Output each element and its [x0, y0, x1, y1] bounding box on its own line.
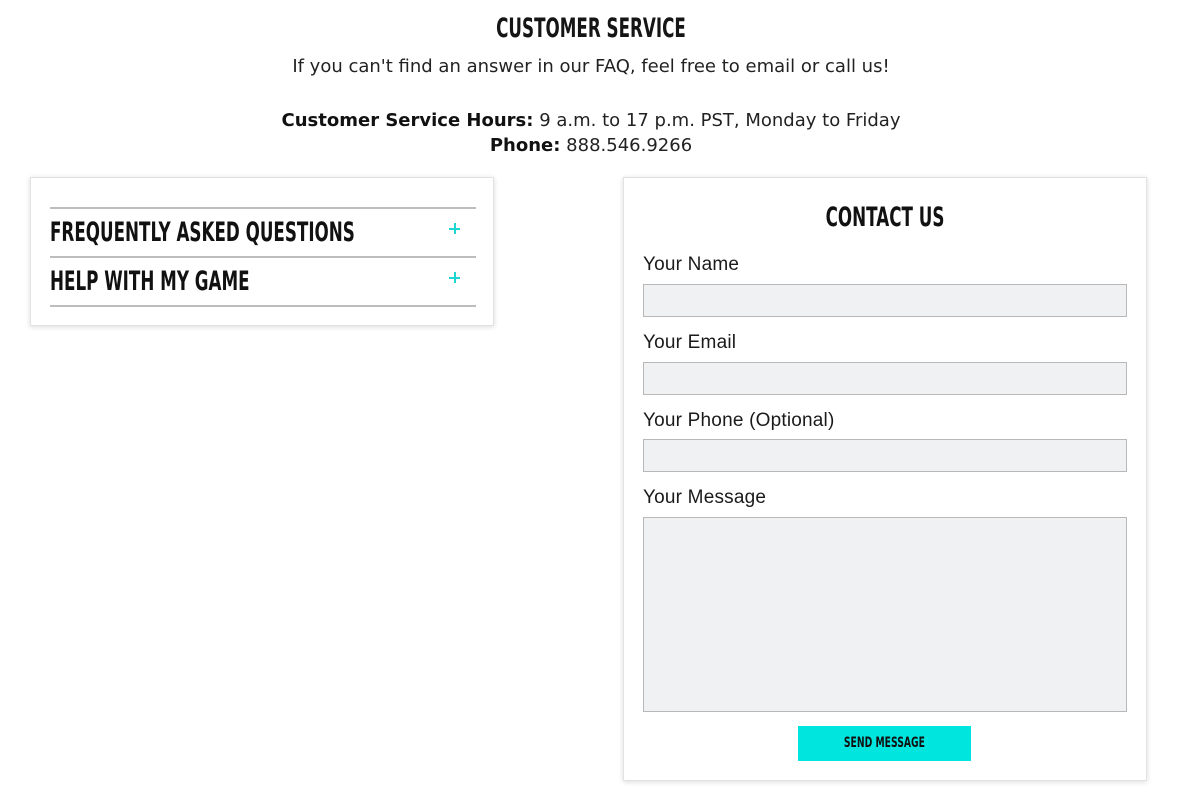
accordion-item-label: FREQUENTLY ASKED QUESTIONS	[50, 217, 355, 248]
service-hours: Customer Service Hours: 9 a.m. to 17 p.m…	[0, 109, 1182, 133]
send-message-label: SEND MESSAGE	[843, 735, 926, 751]
phone-field[interactable]	[643, 439, 1127, 472]
name-label: Your Name	[643, 254, 740, 275]
phone-field-label: Your Phone (Optional)	[643, 410, 835, 431]
email-label: Your Email	[643, 332, 737, 353]
name-field[interactable]	[643, 284, 1127, 317]
intro-text: If you can't find an answer in our FAQ, …	[292, 56, 890, 77]
phone-label: Phone:	[489, 135, 561, 156]
accordion-item-label: HELP WITH MY GAME	[50, 266, 250, 297]
phone-value: 888.546.9266	[560, 135, 693, 156]
phone-info: Phone: 888.546.9266	[0, 134, 1182, 158]
faq-accordion: FREQUENTLY ASKED QUESTIONS HELP WITH MY …	[50, 207, 476, 307]
plus-icon[interactable]	[448, 222, 462, 236]
plus-icon[interactable]	[448, 271, 462, 285]
send-message-button[interactable]: SEND MESSAGE	[798, 726, 971, 761]
contact-form-card: CONTACT US Your Name Your Email Your Pho…	[623, 177, 1147, 781]
message-label: Your Message	[643, 487, 767, 508]
accordion-item-faq[interactable]: FREQUENTLY ASKED QUESTIONS	[50, 209, 476, 258]
email-field[interactable]	[643, 362, 1127, 395]
page-title: CUSTOMER SERVICE	[496, 13, 686, 44]
contact-title: CONTACT US	[825, 202, 945, 233]
message-field[interactable]	[643, 517, 1127, 712]
faq-card: FREQUENTLY ASKED QUESTIONS HELP WITH MY …	[30, 177, 494, 326]
accordion-item-help-with-game[interactable]: HELP WITH MY GAME	[50, 258, 476, 307]
service-hours-value: 9 a.m. to 17 p.m. PST, Monday to Friday	[533, 110, 901, 131]
service-hours-label: Customer Service Hours:	[281, 110, 534, 131]
